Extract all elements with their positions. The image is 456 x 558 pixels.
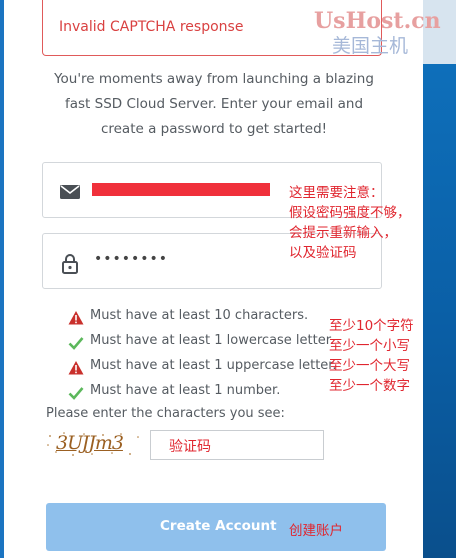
watermark-line2: 美国主机 — [332, 35, 409, 57]
intro-text: You're moments away from launching a bla… — [34, 67, 394, 142]
captcha-input[interactable]: 验证码 — [150, 430, 324, 460]
checkmark-icon — [68, 337, 84, 350]
password-rule-text: Must have at least 10 characters. — [90, 308, 309, 323]
lock-icon — [62, 254, 78, 274]
checkmark-icon — [68, 387, 84, 400]
annotation-line: 以及验证码 — [289, 245, 357, 261]
password-rule-text: Must have at least 1 lowercase letter. — [90, 333, 335, 348]
annotation-line: 至少一个大写 — [329, 358, 410, 374]
create-account-label: Create Account — [160, 518, 277, 534]
email-value-redacted — [92, 183, 270, 196]
warning-icon — [68, 311, 84, 325]
captcha-label: Please enter the characters you see: — [46, 406, 285, 421]
password-rule-text: Must have at least 1 number. — [90, 383, 281, 398]
annotation-line: 假设密码强度不够， — [289, 205, 411, 221]
rule-annotations: 至少10个字符 至少一个小写 至少一个大写 至少一个数字 — [329, 316, 414, 396]
intro-line: You're moments away from launching a bla… — [54, 71, 374, 87]
signup-card: Invalid CAPTCHA response You're moments … — [4, 0, 423, 558]
intro-line: create a password to get started! — [100, 121, 328, 137]
password-rule-text: Must have at least 1 uppercase letter. — [90, 358, 337, 373]
captcha-image: 3UJJm3 — [46, 430, 144, 458]
create-account-button[interactable]: Create Account 创建账户 — [46, 503, 386, 551]
annotation-line: 会提示重新输入， — [289, 225, 397, 241]
captcha-input-value: 验证码 — [169, 439, 211, 455]
annotation-line: 至少一个数字 — [329, 378, 410, 394]
warning-icon — [68, 361, 84, 375]
password-strength-annotation: 这里需要注意： 假设密码强度不够， 会提示重新输入， 以及验证码 — [289, 183, 411, 263]
right-background-strip — [423, 0, 456, 558]
annotation-line: 这里需要注意： — [289, 185, 384, 201]
captcha-text: 3UJJm3 — [56, 432, 124, 454]
watermark: UsHost.cn 美国主机 — [314, 8, 441, 58]
annotation-line: 至少10个字符 — [329, 318, 414, 334]
error-message: Invalid CAPTCHA response — [59, 19, 244, 35]
create-account-annotation: 创建账户 — [289, 523, 343, 539]
intro-line: fast SSD Cloud Server. Enter your email … — [64, 96, 364, 112]
annotation-line: 至少一个小写 — [329, 338, 410, 354]
envelope-icon — [60, 185, 80, 199]
password-value: •••••••• — [94, 251, 169, 267]
